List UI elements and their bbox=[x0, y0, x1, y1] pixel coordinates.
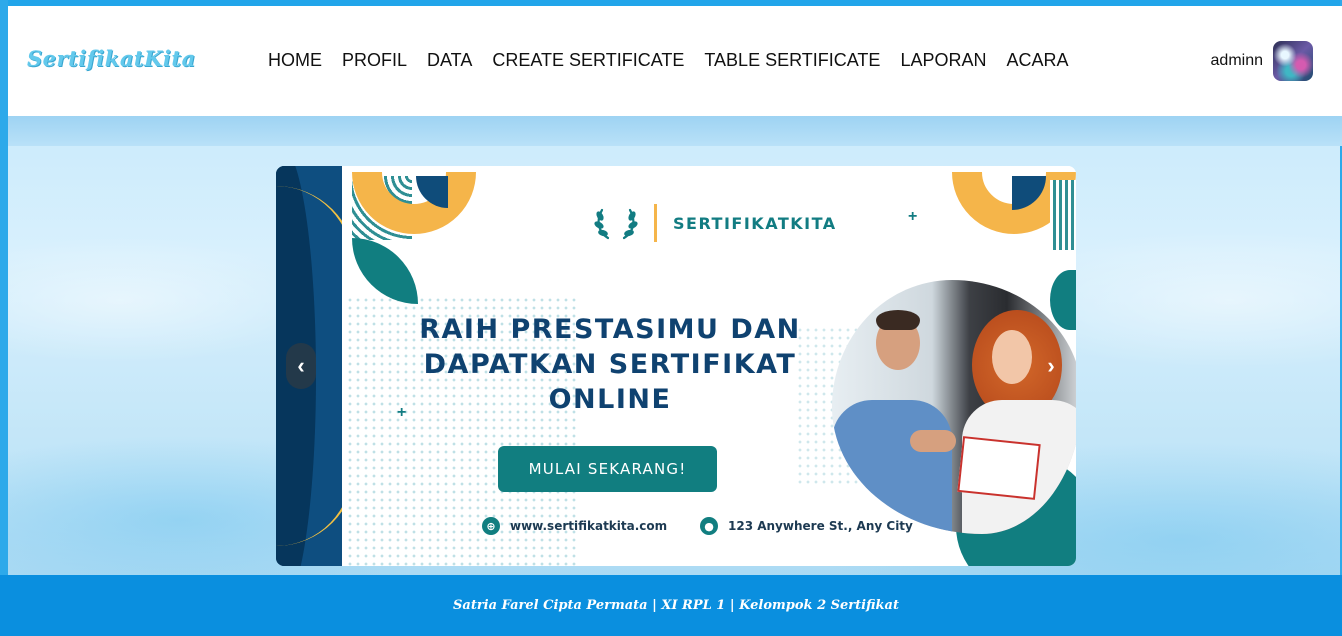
photo-handshake bbox=[910, 430, 956, 452]
nav-links: HOME PROFIL DATA CREATE SERTIFICATE TABL… bbox=[268, 50, 1088, 70]
website-contact: ⊕ www.sertifikatkita.com bbox=[482, 517, 667, 535]
footer-credits: Satria Farel Cipta Permata | XI RPL 1 | … bbox=[453, 598, 899, 613]
location-pin-icon: ● bbox=[700, 517, 718, 535]
user-name[interactable]: adminn bbox=[1211, 52, 1263, 70]
brand-logo[interactable]: SertifikatKita bbox=[27, 46, 196, 71]
banner-carousel: SERTIFIKATKITA + + RAIH PRESTASIMU DAN D… bbox=[276, 166, 1076, 566]
handshake-photo bbox=[832, 280, 1076, 534]
laurel-icon bbox=[594, 208, 638, 240]
nav-link-acara[interactable]: ACARA bbox=[1006, 50, 1068, 70]
decor-teal-leaf bbox=[352, 238, 418, 304]
plus-decor: + bbox=[908, 208, 918, 225]
decor-teal-lines-right bbox=[1050, 180, 1076, 250]
logo-separator bbox=[654, 204, 657, 242]
start-now-button[interactable]: MULAI SEKARANG! bbox=[498, 446, 717, 492]
carousel-active-slide: SERTIFIKATKITA + + RAIH PRESTASIMU DAN D… bbox=[346, 166, 1076, 566]
footer: Satria Farel Cipta Permata | XI RPL 1 | … bbox=[0, 575, 1342, 636]
avatar[interactable] bbox=[1273, 41, 1313, 81]
user-menu[interactable]: adminn bbox=[1211, 41, 1313, 81]
decor-teal-half-right bbox=[1050, 270, 1076, 330]
nav-link-laporan[interactable]: LAPORAN bbox=[900, 50, 986, 70]
left-strip bbox=[0, 0, 8, 580]
carousel-next-button[interactable]: › bbox=[1036, 343, 1066, 389]
website-text: www.sertifikatkita.com bbox=[510, 519, 668, 533]
banner-logo: SERTIFIKATKITA bbox=[594, 204, 837, 242]
nav-sub-band bbox=[8, 116, 1342, 146]
photo-person-left-hair bbox=[876, 310, 920, 330]
photo-folder bbox=[957, 436, 1041, 500]
photo-person-left bbox=[832, 400, 952, 534]
nav-link-table-sertificate[interactable]: TABLE SERTIFICATE bbox=[704, 50, 880, 70]
nav-link-profil[interactable]: PROFIL bbox=[342, 50, 407, 70]
nav-link-create-sertificate[interactable]: CREATE SERTIFICATE bbox=[492, 50, 684, 70]
carousel-prev-button[interactable]: ‹ bbox=[286, 343, 316, 389]
plus-decor: + bbox=[397, 404, 407, 421]
nav-link-data[interactable]: DATA bbox=[427, 50, 472, 70]
banner-headline: RAIH PRESTASIMU DAN DAPATKAN SERTIFIKAT … bbox=[419, 314, 801, 415]
banner-logo-text: SERTIFIKATKITA bbox=[673, 213, 837, 233]
photo-person-right-head bbox=[992, 330, 1032, 384]
nav-link-home[interactable]: HOME bbox=[268, 50, 322, 70]
globe-icon: ⊕ bbox=[482, 517, 500, 535]
navbar: SertifikatKita HOME PROFIL DATA CREATE S… bbox=[8, 6, 1342, 116]
